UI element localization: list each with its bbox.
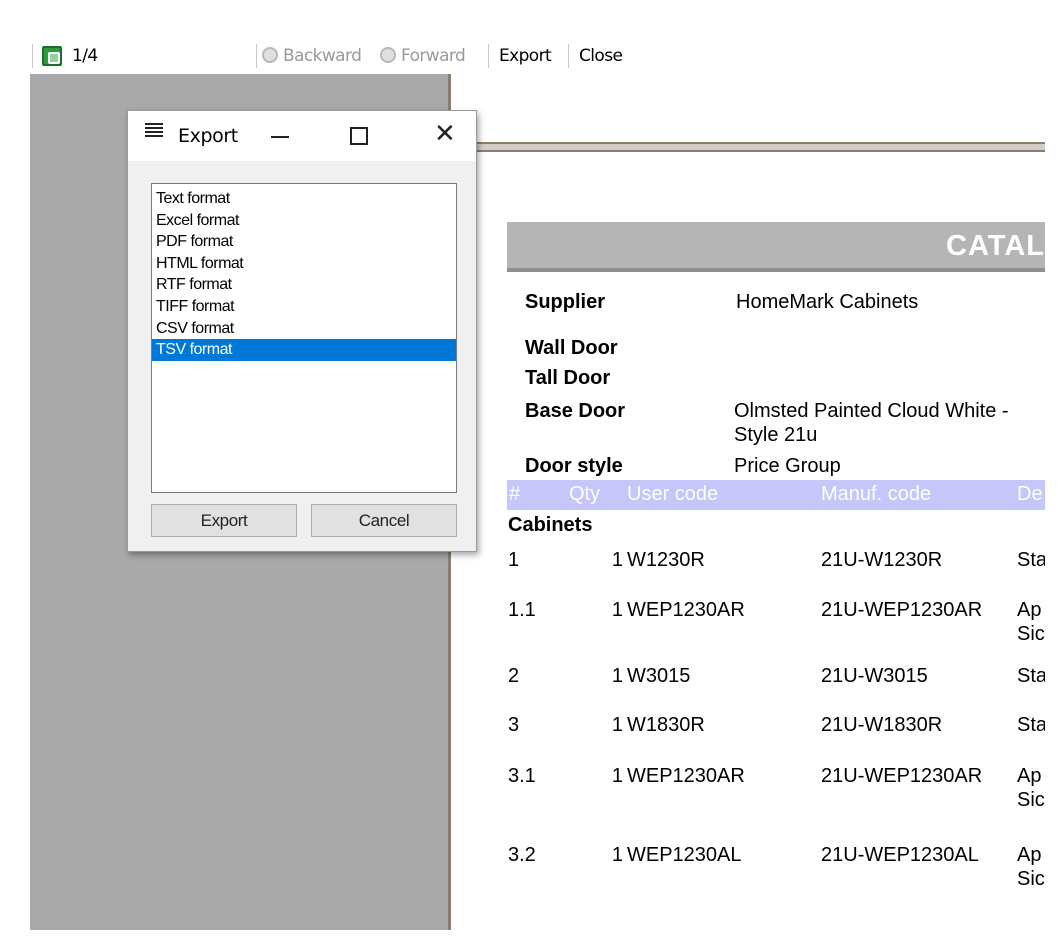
row-num: 3.2 [508, 844, 536, 866]
row-qty: 1 [611, 665, 623, 687]
section-label: Cabinets [508, 514, 593, 536]
row-num: 1.1 [508, 599, 536, 621]
toolbar-separator [32, 44, 33, 68]
row-desc: Ap [1017, 599, 1042, 621]
format-option-text[interactable]: Text format [152, 188, 456, 210]
table-row: 3.1 1 WEP1230AR 21U-WEP1230AR Ap Sic [451, 764, 1045, 818]
document-page: CATAL Supplier HomeMark Cabinets Wall Do… [451, 74, 1045, 930]
row-qty: 1 [611, 714, 623, 736]
row-user-code: WEP1230AL [627, 844, 742, 866]
row-manuf-code: 21U-W1830R [821, 714, 943, 736]
format-option-pdf[interactable]: PDF format [152, 231, 456, 253]
toolbar-separator [488, 44, 489, 68]
table-row: 3 1 W1830R 21U-W1830R Sta [451, 713, 1045, 767]
dialog-title: Export [178, 125, 238, 147]
report-title: CATAL [946, 230, 1045, 262]
close-icon: ✕ [434, 119, 456, 149]
page-indicator: 1/4 [72, 46, 98, 66]
wall-door-label: Wall Door [525, 337, 618, 359]
door-style-label: Door style [525, 455, 623, 477]
page-top-rule [451, 142, 1045, 152]
maximize-button[interactable] [334, 111, 380, 161]
dialog-title-bar[interactable]: Export ✕ [128, 111, 476, 161]
header-qty: Qty [569, 483, 601, 505]
backward-button[interactable]: Backward [262, 45, 362, 67]
table-row: 1 1 W1230R 21U-W1230R Sta [451, 548, 1045, 602]
maximize-icon [350, 127, 368, 145]
row-manuf-code: 21U-WEP1230AR [821, 599, 983, 621]
dialog-close-button[interactable]: ✕ [418, 111, 464, 161]
row-user-code: WEP1230AR [627, 765, 745, 787]
header-num: # [509, 483, 521, 505]
table-row: 1.1 1 WEP1230AR 21U-WEP1230AR Ap Sic [451, 598, 1045, 652]
row-manuf-code: 21U-W3015 [821, 665, 928, 687]
row-desc: Sta [1017, 549, 1045, 571]
page-icon[interactable] [42, 46, 62, 66]
format-option-rtf[interactable]: RTF format [152, 274, 456, 296]
row-manuf-code: 21U-W1230R [821, 549, 943, 571]
forward-label: Forward [401, 46, 466, 66]
row-num: 1 [508, 549, 520, 571]
header-manuf-code: Manuf. code [821, 483, 932, 505]
row-desc: Sta [1017, 714, 1045, 736]
header-user-code: User code [627, 483, 719, 505]
row-desc-line2: Sic [1017, 789, 1045, 811]
dialog-cancel-button[interactable]: Cancel [311, 504, 457, 537]
base-door-value-line1: Olmsted Painted Cloud White - [734, 400, 1009, 422]
close-button[interactable]: Close [579, 45, 623, 67]
base-door-value: Olmsted Painted Cloud White - Style 21u [734, 399, 1009, 447]
table-header: # Qty User code Manuf. code De [507, 480, 1045, 510]
format-option-tiff[interactable]: TIFF format [152, 296, 456, 318]
row-manuf-code: 21U-WEP1230AL [821, 844, 979, 866]
row-num: 3 [508, 714, 520, 736]
row-user-code: W3015 [627, 665, 691, 687]
minimize-button[interactable] [255, 111, 301, 161]
table-row: 2 1 W3015 21U-W3015 Sta [451, 664, 1045, 718]
door-style-value: Price Group [734, 455, 841, 477]
backward-icon [262, 47, 278, 63]
format-option-excel[interactable]: Excel format [152, 210, 456, 232]
header-desc: De [1017, 483, 1043, 505]
toolbar-separator [568, 44, 569, 68]
export-dialog: Export ✕ Text format Excel format PDF fo… [127, 110, 477, 552]
forward-icon [380, 47, 396, 63]
backward-label: Backward [283, 46, 362, 66]
dialog-export-button[interactable]: Export [151, 504, 297, 537]
tall-door-label: Tall Door [525, 367, 611, 389]
minimize-icon [271, 136, 289, 138]
base-door-value-line2: Style 21u [734, 424, 818, 446]
supplier-label: Supplier [525, 291, 606, 313]
row-desc: Ap [1017, 765, 1042, 787]
row-desc: Ap [1017, 844, 1042, 866]
format-listbox[interactable]: Text format Excel format PDF format HTML… [151, 183, 457, 493]
viewer-toolbar: 1/4 Backward Forward Export Close [30, 38, 1045, 74]
toolbar-separator [256, 44, 257, 68]
export-button[interactable]: Export [499, 45, 552, 67]
row-desc: Sta [1017, 665, 1045, 687]
base-door-label: Base Door [525, 400, 626, 422]
report-title-bar: CATAL [507, 222, 1045, 272]
row-desc-line2: Sic [1017, 868, 1045, 890]
format-option-csv[interactable]: CSV format [152, 318, 456, 340]
row-desc-line2: Sic [1017, 623, 1045, 645]
format-option-html[interactable]: HTML format [152, 253, 456, 275]
row-user-code: WEP1230AR [627, 599, 745, 621]
row-qty: 1 [611, 844, 623, 866]
table-row: 3.2 1 WEP1230AL 21U-WEP1230AL Ap Sic [451, 843, 1045, 897]
row-qty: 1 [611, 599, 623, 621]
row-user-code: W1830R [627, 714, 705, 736]
supplier-value: HomeMark Cabinets [736, 291, 919, 313]
list-icon [145, 123, 163, 141]
forward-button[interactable]: Forward [380, 45, 466, 67]
row-num: 3.1 [508, 765, 536, 787]
row-manuf-code: 21U-WEP1230AR [821, 765, 983, 787]
row-num: 2 [508, 665, 520, 687]
format-option-tsv[interactable]: TSV format [152, 339, 456, 361]
row-qty: 1 [611, 765, 623, 787]
row-qty: 1 [611, 549, 623, 571]
row-user-code: W1230R [627, 549, 705, 571]
